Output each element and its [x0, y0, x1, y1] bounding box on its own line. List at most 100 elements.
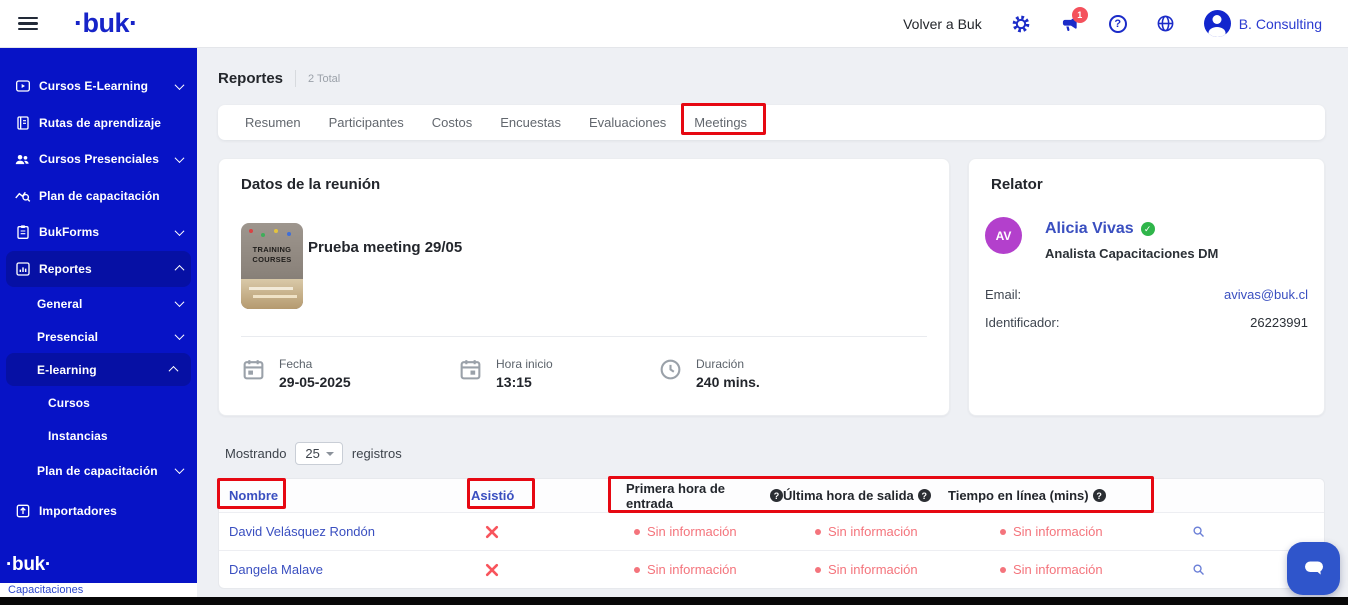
settings-gear-icon[interactable] — [1011, 14, 1031, 34]
status-dot — [815, 567, 821, 573]
sidebar-item-cursos-presenciales[interactable]: Cursos Presenciales — [0, 141, 197, 178]
thumbnail-label: TRAINING COURSES — [241, 245, 303, 265]
sidebar-item-importadores[interactable]: Importadores — [0, 493, 197, 530]
calendar-icon — [241, 357, 267, 390]
tab-encuestas[interactable]: Encuestas — [500, 115, 561, 130]
verified-badge-icon: ✓ — [1141, 222, 1155, 236]
column-header-asistio[interactable]: Asistió — [471, 488, 626, 503]
sidebar-item-label: E-learning — [37, 363, 170, 377]
question-tooltip-icon[interactable]: ? — [770, 489, 783, 502]
last-exit-cell: Sin información — [783, 524, 948, 539]
column-header-entrada: Primera hora de entrada? — [626, 481, 783, 511]
chat-bubble-icon — [1300, 553, 1328, 584]
sidebar-item-label: Cursos E-Learning — [39, 79, 176, 93]
sidebar-item-instancias[interactable]: Instancias — [0, 419, 197, 452]
table-controls: Mostrando 25 registros — [225, 442, 402, 465]
field-label: Fecha — [279, 357, 351, 371]
chevron-down-icon — [175, 80, 185, 90]
online-time-cell: Sin información — [948, 562, 1189, 577]
not-attended-x-icon — [471, 563, 626, 577]
email-label: Email: — [985, 287, 1021, 302]
participant-name-link[interactable]: David Velásquez Rondón — [219, 524, 471, 539]
sidebar-item-elearning[interactable]: E-learning — [6, 353, 191, 386]
sidebar-item-plan-capacitacion-sub[interactable]: Plan de capacitación — [0, 452, 197, 489]
page-title: Reportes — [218, 70, 283, 87]
language-globe-icon[interactable] — [1156, 14, 1175, 33]
meeting-duration-field: Duración 240 mins. — [658, 357, 760, 390]
sidebar-item-label: BukForms — [39, 225, 176, 239]
people-icon — [14, 151, 31, 168]
chat-widget-button[interactable] — [1287, 542, 1340, 595]
sidebar-item-label: Cursos — [48, 396, 183, 410]
user-avatar-icon — [1204, 10, 1231, 37]
chevron-down-icon — [175, 153, 185, 163]
sidebar-item-plan-capacitacion[interactable]: Plan de capacitación — [0, 178, 197, 215]
table-row: David Velásquez Rondón Sin información S… — [219, 512, 1324, 550]
app-window: ·buk· Volver a Buk 1 ? B. Consulting — [0, 0, 1348, 605]
detail-search-icon[interactable] — [1189, 524, 1324, 539]
showing-label: Mostrando — [225, 446, 286, 461]
page-size-select[interactable]: 25 — [295, 442, 342, 465]
topbar-actions: Volver a Buk 1 ? B. Consulting — [903, 10, 1348, 37]
not-attended-x-icon — [471, 525, 626, 539]
sidebar-item-label: General — [37, 297, 176, 311]
question-tooltip-icon[interactable]: ? — [918, 489, 931, 502]
status-dot — [634, 567, 640, 573]
email-value-link[interactable]: avivas@buk.cl — [1224, 287, 1308, 302]
menu-icon[interactable] — [18, 17, 38, 31]
page-size-value: 25 — [305, 446, 319, 461]
tab-participantes[interactable]: Participantes — [329, 115, 404, 130]
bottom-bar — [0, 597, 1348, 605]
help-icon[interactable]: ? — [1109, 15, 1127, 33]
status-dot — [634, 529, 640, 535]
volver-a-buk-link[interactable]: Volver a Buk — [903, 16, 982, 32]
card-title: Relator — [991, 176, 1043, 193]
question-tooltip-icon[interactable]: ? — [1093, 489, 1106, 502]
status-dot — [1000, 567, 1006, 573]
account-menu[interactable]: B. Consulting — [1204, 10, 1322, 37]
page-head: Reportes 2 Total — [218, 70, 340, 87]
sidebar-item-label: Instancias — [48, 429, 183, 443]
sidebar-nav: Cursos E-Learning Rutas de aprendizaje C… — [0, 48, 197, 583]
sidebar-item-bukforms[interactable]: BukForms — [0, 214, 197, 251]
chevron-down-icon — [326, 452, 334, 456]
tab-resumen[interactable]: Resumen — [245, 115, 301, 130]
thumbnail-pins — [247, 229, 297, 239]
cards-row: Datos de la reunión TRAINING COURSES Pru… — [218, 158, 1325, 416]
tab-meetings[interactable]: Meetings — [694, 115, 747, 130]
chevron-up-icon — [175, 265, 185, 275]
clock-icon — [658, 357, 684, 390]
sidebar-item-cursos[interactable]: Cursos — [0, 386, 197, 419]
column-header-nombre[interactable]: Nombre — [219, 488, 471, 503]
sidebar-item-rutas[interactable]: Rutas de aprendizaje — [0, 105, 197, 142]
meeting-thumbnail: TRAINING COURSES — [241, 223, 303, 309]
first-entry-cell: Sin información — [626, 562, 783, 577]
import-icon — [14, 503, 31, 519]
sidebar-item-general[interactable]: General — [0, 287, 197, 320]
chevron-down-icon — [175, 297, 185, 307]
sidebar-item-reportes[interactable]: Reportes — [6, 251, 191, 288]
bar-chart-icon — [14, 261, 31, 277]
relator-card: Relator AV Alicia Vivas ✓ Analista Capac… — [968, 158, 1325, 416]
participant-name-link[interactable]: Dangela Malave — [219, 562, 471, 577]
email-row: Email: avivas@buk.cl — [985, 287, 1308, 302]
announcements-icon[interactable]: 1 — [1060, 14, 1080, 34]
chevron-up-icon — [169, 366, 179, 376]
meeting-start-time-field: Hora inicio 13:15 — [458, 357, 553, 390]
status-dot — [1000, 529, 1006, 535]
sidebar-item-cursos-elearning[interactable]: Cursos E-Learning — [0, 68, 197, 105]
tab-evaluaciones[interactable]: Evaluaciones — [589, 115, 666, 130]
tab-costos[interactable]: Costos — [432, 115, 472, 130]
field-value: 13:15 — [496, 374, 553, 390]
sidebar-item-label: Plan de capacitación — [37, 464, 176, 478]
column-header-tiempo: Tiempo en línea (mins)? — [948, 488, 1189, 503]
relator-name-link[interactable]: Alicia Vivas — [1045, 220, 1134, 238]
online-time-cell: Sin información — [948, 524, 1189, 539]
sidebar-item-presencial[interactable]: Presencial — [0, 320, 197, 353]
identifier-row: Identificador: 26223991 — [985, 315, 1308, 330]
field-value: 240 mins. — [696, 374, 760, 390]
top-header: ·buk· Volver a Buk 1 ? B. Consulting — [0, 0, 1348, 48]
table-header-row: Nombre Asistió Primera hora de entrada? … — [219, 479, 1324, 512]
attendance-table: Nombre Asistió Primera hora de entrada? … — [218, 478, 1325, 589]
first-entry-cell: Sin información — [626, 524, 783, 539]
